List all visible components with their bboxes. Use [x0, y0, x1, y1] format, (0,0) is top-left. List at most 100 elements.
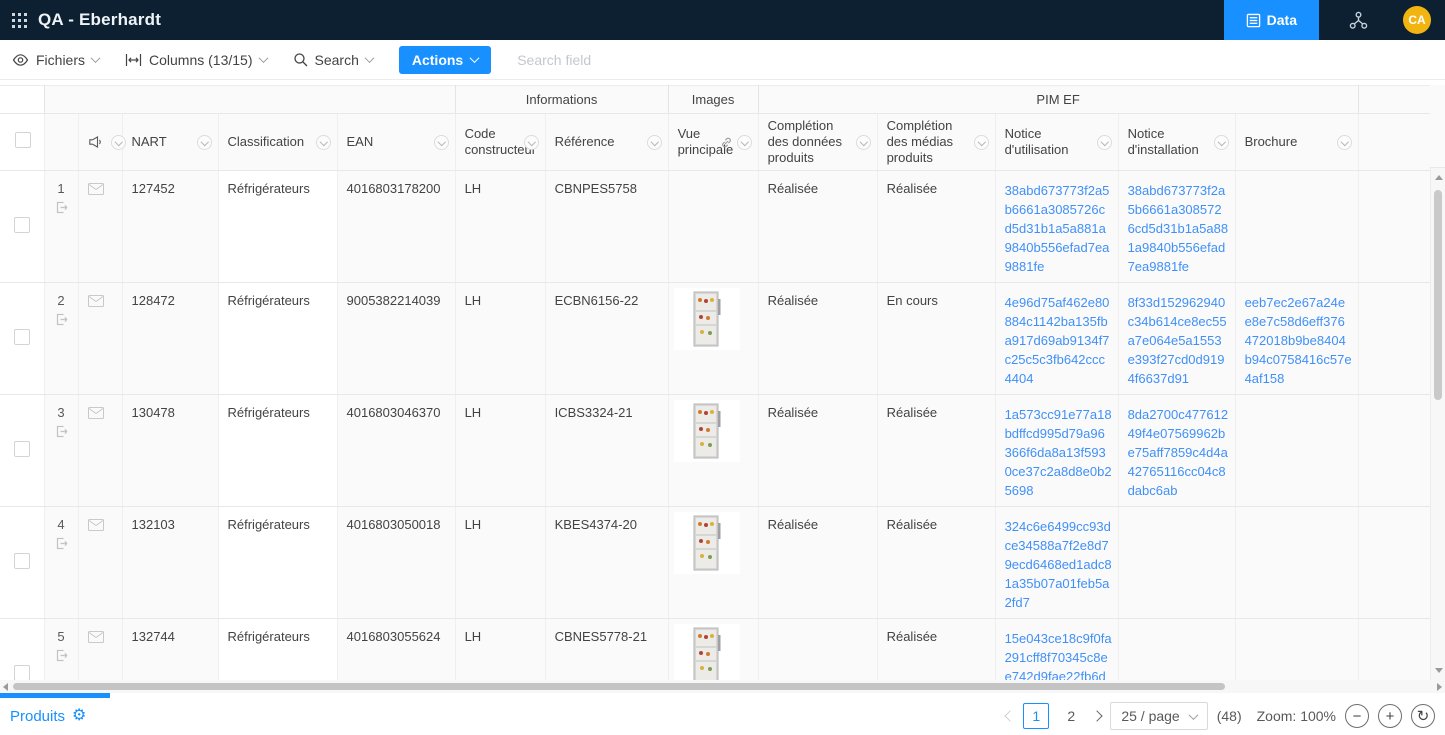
- group-pim-ef: PIM EF: [758, 86, 1358, 114]
- vertical-scrollbar[interactable]: [1430, 168, 1445, 680]
- zoom-in-button[interactable]: +: [1378, 704, 1402, 728]
- search-input[interactable]: [517, 52, 737, 68]
- scroll-right-arrow-icon[interactable]: [1437, 683, 1442, 691]
- group-images: Images: [668, 86, 758, 114]
- cell-code-constructeur: LH: [455, 171, 545, 283]
- mail-icon[interactable]: [88, 183, 104, 195]
- actions-label: Actions: [412, 52, 463, 68]
- product-thumbnail[interactable]: [674, 400, 740, 462]
- cell-ean: 4016803050018: [337, 507, 455, 619]
- prev-page-icon[interactable]: [1005, 710, 1016, 721]
- cell-notice-installation: 8da2700c47761249f4e07569962be75aff7859c4…: [1118, 395, 1235, 507]
- page-button-1[interactable]: 1: [1023, 703, 1049, 729]
- app-launcher-icon[interactable]: [0, 0, 38, 40]
- cell-completion-medias: Réalisée: [877, 507, 995, 619]
- notice-utilisation-link[interactable]: 1a573cc91e77a18bdffcd995d79a96366f6da8a1…: [1005, 407, 1112, 498]
- cell-code-constructeur: LH: [455, 283, 545, 395]
- tab-produits[interactable]: Produits ⚙: [10, 708, 86, 725]
- search-icon: [293, 52, 308, 67]
- cell-filler: [1358, 283, 1430, 395]
- cell-ean: 4016803178200: [337, 171, 455, 283]
- row-checkbox[interactable]: [14, 329, 30, 345]
- row-checkbox[interactable]: [14, 553, 30, 569]
- columns-dropdown[interactable]: Columns (13/15): [125, 52, 267, 68]
- fichiers-dropdown[interactable]: Fichiers: [12, 52, 99, 68]
- link-icon[interactable]: [720, 136, 733, 149]
- filter-icon[interactable]: [197, 135, 212, 150]
- mail-icon[interactable]: [88, 407, 104, 419]
- filter-icon[interactable]: [524, 135, 539, 150]
- scroll-up-arrow-icon[interactable]: [1435, 175, 1443, 180]
- cell-notice-installation: 8f33d152962940c34b614ce8ec55a7e064e5a155…: [1118, 283, 1235, 395]
- horizontal-scroll-thumb[interactable]: [13, 683, 1225, 690]
- filter-icon[interactable]: [1214, 135, 1229, 150]
- next-page-icon[interactable]: [1092, 710, 1103, 721]
- row-checkbox-cell: [0, 171, 44, 283]
- row-checkbox[interactable]: [14, 665, 30, 680]
- notice-installation-link[interactable]: 8da2700c47761249f4e07569962be75aff7859c4…: [1128, 407, 1229, 498]
- header-brochure: Brochure: [1235, 114, 1358, 171]
- row-number: 3: [57, 405, 64, 420]
- chevron-down-icon: [1188, 710, 1198, 720]
- notice-utilisation-link[interactable]: 324c6e6499cc93dce34588a7f2e8d79ecd6468ed…: [1005, 519, 1112, 610]
- search-dropdown[interactable]: Search: [293, 52, 373, 68]
- page-size-select[interactable]: 25 / page: [1110, 702, 1207, 730]
- table-row: 5 132744 Réfrigérateurs 4016803055624 LH…: [0, 619, 1430, 681]
- mail-icon[interactable]: [88, 631, 104, 643]
- filter-icon[interactable]: [856, 135, 871, 150]
- network-nav-button[interactable]: [1319, 0, 1397, 40]
- scroll-down-arrow-icon[interactable]: [1435, 668, 1443, 673]
- open-record-icon[interactable]: [55, 649, 68, 662]
- open-record-icon[interactable]: [55, 537, 68, 550]
- mail-icon[interactable]: [88, 519, 104, 531]
- row-mail-cell: [78, 395, 122, 507]
- filter-icon[interactable]: [1337, 135, 1352, 150]
- row-checkbox[interactable]: [14, 217, 30, 233]
- cell-code-constructeur: LH: [455, 395, 545, 507]
- notice-utilisation-link[interactable]: 4e96d75af462e80884c1142ba135fba917d69ab9…: [1005, 295, 1110, 386]
- product-thumbnail[interactable]: [674, 624, 740, 680]
- horizontal-scrollbar[interactable]: [0, 680, 1445, 693]
- gear-icon[interactable]: ⚙: [72, 708, 86, 724]
- actions-button[interactable]: Actions: [399, 46, 491, 74]
- data-list-icon: [1246, 13, 1261, 28]
- header-completion-medias: Complétion des médias produits: [877, 114, 995, 171]
- row-number: 2: [57, 293, 64, 308]
- fridge-image: [689, 291, 725, 347]
- refresh-button[interactable]: ↻: [1411, 704, 1435, 728]
- cell-completion-donnees: [758, 619, 877, 681]
- select-all-checkbox[interactable]: [15, 132, 31, 148]
- filter-icon[interactable]: [737, 135, 752, 150]
- notice-utilisation-link[interactable]: 38abd673773f2a5b6661a3085726cd5d31b1a5a8…: [1005, 183, 1110, 274]
- product-thumbnail[interactable]: [674, 288, 740, 350]
- notice-installation-link[interactable]: 8f33d152962940c34b614ce8ec55a7e064e5a155…: [1128, 295, 1227, 386]
- filter-icon[interactable]: [316, 135, 331, 150]
- row-checkbox[interactable]: [14, 441, 30, 457]
- fridge-image: [689, 627, 725, 680]
- filter-icon[interactable]: [434, 135, 449, 150]
- cell-classification: Réfrigérateurs: [218, 395, 337, 507]
- avatar[interactable]: CA: [1403, 6, 1431, 34]
- table-row: 3 130478 Réfrigérateurs 4016803046370 LH…: [0, 395, 1430, 507]
- data-nav-button[interactable]: Data: [1224, 0, 1319, 40]
- brochure-link[interactable]: eeb7ec2e67a24ee8e7c58d6eff376472018b9be8…: [1245, 295, 1352, 386]
- filter-icon[interactable]: [1097, 135, 1112, 150]
- notice-installation-link[interactable]: 38abd673773f2a5b6661a3085726cd5d31b1a5a8…: [1128, 183, 1229, 274]
- zoom-level-label: Zoom: 100%: [1257, 708, 1336, 724]
- open-record-icon[interactable]: [55, 201, 68, 214]
- mail-icon[interactable]: [88, 295, 104, 307]
- zoom-out-button[interactable]: −: [1345, 704, 1369, 728]
- filter-icon[interactable]: [974, 135, 989, 150]
- top-bar: QA - Eberhardt Data CA: [0, 0, 1445, 40]
- vertical-scroll-thumb[interactable]: [1434, 190, 1442, 400]
- cell-reference: CBNPES5758: [545, 171, 668, 283]
- table-row: 2 128472 Réfrigérateurs 9005382214039 LH…: [0, 283, 1430, 395]
- open-record-icon[interactable]: [55, 313, 68, 326]
- filter-icon[interactable]: [647, 135, 662, 150]
- open-record-icon[interactable]: [55, 425, 68, 438]
- page-button-2[interactable]: 2: [1058, 703, 1084, 729]
- filter-icon[interactable]: [111, 135, 126, 150]
- product-thumbnail[interactable]: [674, 512, 740, 574]
- notice-utilisation-link[interactable]: 15e043ce18c9f0fa291cff8f70345c8ee742d9fa…: [1005, 631, 1112, 680]
- scroll-left-arrow-icon[interactable]: [3, 683, 8, 691]
